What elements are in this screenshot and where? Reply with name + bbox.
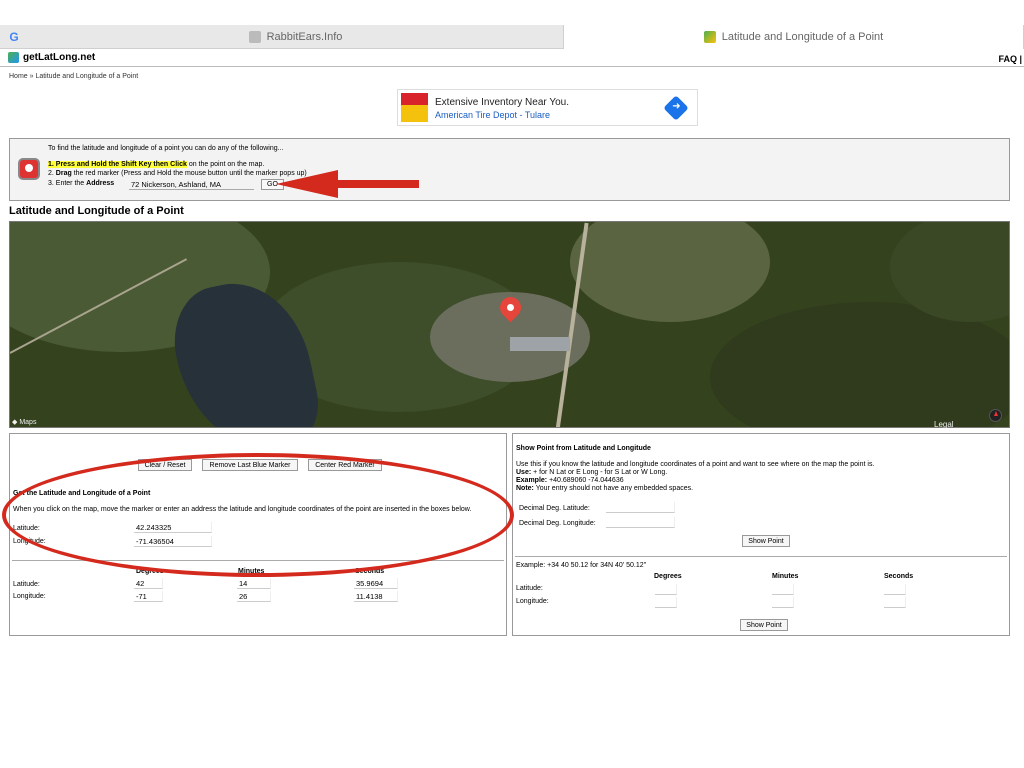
site-logo[interactable]: getLatLong.net <box>8 52 95 63</box>
address-input[interactable] <box>129 180 254 190</box>
use-text: + for N Lat or E Long - for S Lat or W L… <box>531 469 668 476</box>
longitude-minutes-field[interactable] <box>237 591 271 602</box>
section-heading: Show Point from Latitude and Longitude <box>516 445 651 452</box>
annotation-arrow <box>276 170 419 198</box>
example-label: Example: <box>516 477 548 484</box>
latitude-seconds-field[interactable] <box>884 584 906 595</box>
latitude-minutes-field[interactable] <box>237 578 271 589</box>
minutes-header: Minutes <box>772 573 799 580</box>
use-instructions: Use: + for N Lat or E Long - for S Lat o… <box>516 469 667 476</box>
step3-prefix: 3. Enter the <box>48 180 87 187</box>
maps-attribution: ◆ Maps <box>12 419 37 426</box>
google-tab[interactable]: G <box>0 25 28 49</box>
longitude-degrees-field[interactable] <box>655 597 677 608</box>
longitude-seconds-field[interactable] <box>354 591 398 602</box>
section-description: Use this if you know the latitude and lo… <box>516 461 875 468</box>
example-line: Example: +40.689060 -74.044636 <box>516 477 624 484</box>
note-text: Your entry should not have any embedded … <box>533 485 694 492</box>
seconds-header: Seconds <box>884 573 914 580</box>
show-point-dms-button[interactable]: Show Point <box>740 619 788 631</box>
maps-attribution-text: Maps <box>19 419 37 426</box>
step1-text: on the point on the map. <box>186 161 265 168</box>
instruction-step-2: 2. Drag the red marker (Press and Hold t… <box>48 170 307 177</box>
note-label: Note: <box>516 485 534 492</box>
ad-subtitle: American Tire Depot - Tulare <box>435 110 551 120</box>
tab-label: Latitude and Longitude of a Point <box>721 31 884 43</box>
ad-logo <box>401 93 428 122</box>
use-label: Use: <box>516 469 532 476</box>
example-text: +40.689060 -74.044636 <box>547 477 624 484</box>
decimal-longitude-field[interactable] <box>606 517 675 528</box>
show-point-button[interactable]: Show Point <box>742 535 790 547</box>
map-terrain <box>570 222 770 322</box>
breadcrumb[interactable]: Home » Latitude and Longitude of a Point <box>9 73 138 80</box>
decimal-latitude-label: Decimal Deg. Latitude: <box>519 505 590 512</box>
compass-icon[interactable] <box>989 409 1002 422</box>
map-building <box>510 337 570 351</box>
longitude-minutes-field[interactable] <box>772 597 794 608</box>
rabbitears-favicon-icon <box>248 31 261 43</box>
tab-label: RabbitEars.Info <box>266 31 343 43</box>
divider <box>515 556 1007 557</box>
dms-latitude-label: Latitude: <box>13 581 40 588</box>
show-point-panel: Show Point from Latitude and Longitude U… <box>512 433 1010 636</box>
site-header: getLatLong.net FAQ | <box>0 49 1024 67</box>
latitude-seconds-field[interactable] <box>354 578 398 589</box>
step2-bold: Drag <box>55 170 72 177</box>
degrees-header: Degrees <box>654 573 682 580</box>
marker-pin-icon <box>18 158 40 180</box>
browser-tab-bar: G RabbitEars.Info Latitude and Longitude… <box>0 25 1024 49</box>
page-title: Latitude and Longitude of a Point <box>9 205 184 217</box>
latitude-minutes-field[interactable] <box>772 584 794 595</box>
instruction-step-1: 1. Press and Hold the Shift Key then Cli… <box>48 161 264 168</box>
satellite-map[interactable] <box>9 221 1010 428</box>
instruction-step-3: 3. Enter the Address <box>48 180 114 187</box>
note-line: Note: Your entry should not have any emb… <box>516 485 693 492</box>
tab-rabbitears[interactable]: RabbitEars.Info <box>28 25 563 49</box>
google-icon: G <box>9 30 19 44</box>
map-legal-link[interactable]: Legal <box>934 420 954 429</box>
dms-example: Example: +34 40 50.12 for 34N 40' 50.12" <box>516 562 647 569</box>
decimal-latitude-field[interactable] <box>606 502 675 513</box>
directions-arrow-icon[interactable]: ➜ <box>663 95 689 121</box>
latitude-degrees-field[interactable] <box>134 578 163 589</box>
longitude-degrees-field[interactable] <box>134 591 163 602</box>
tab-latitude-longitude[interactable]: Latitude and Longitude of a Point <box>563 25 1024 49</box>
site-name: getLatLong.net <box>23 52 96 63</box>
latitude-degrees-field[interactable] <box>655 584 677 595</box>
getlatlong-favicon-icon <box>703 31 716 43</box>
step3-bold: Address <box>86 180 115 187</box>
longitude-seconds-field[interactable] <box>884 597 906 608</box>
ad-title: Extensive Inventory Near You. <box>435 97 569 108</box>
dms-latitude-label: Latitude: <box>516 585 543 592</box>
dms-longitude-label: Longitude: <box>13 593 46 600</box>
dms-longitude-label: Longitude: <box>516 598 549 605</box>
step2-text: the red marker (Press and Hold the mouse… <box>71 170 307 177</box>
decimal-longitude-label: Decimal Deg. Longitude: <box>519 520 596 527</box>
annotation-ellipse <box>2 453 514 577</box>
instructions-intro: To find the latitude and longitude of a … <box>48 145 284 152</box>
step2-prefix: 2. <box>48 170 56 177</box>
faq-link[interactable]: FAQ | <box>998 54 1022 64</box>
advertisement-banner[interactable]: Extensive Inventory Near You. American T… <box>397 89 698 126</box>
step1-highlight: 1. Press and Hold the Shift Key then Cli… <box>48 161 187 168</box>
logo-icon <box>8 52 19 63</box>
instructions-box: To find the latitude and longitude of a … <box>9 138 1010 201</box>
